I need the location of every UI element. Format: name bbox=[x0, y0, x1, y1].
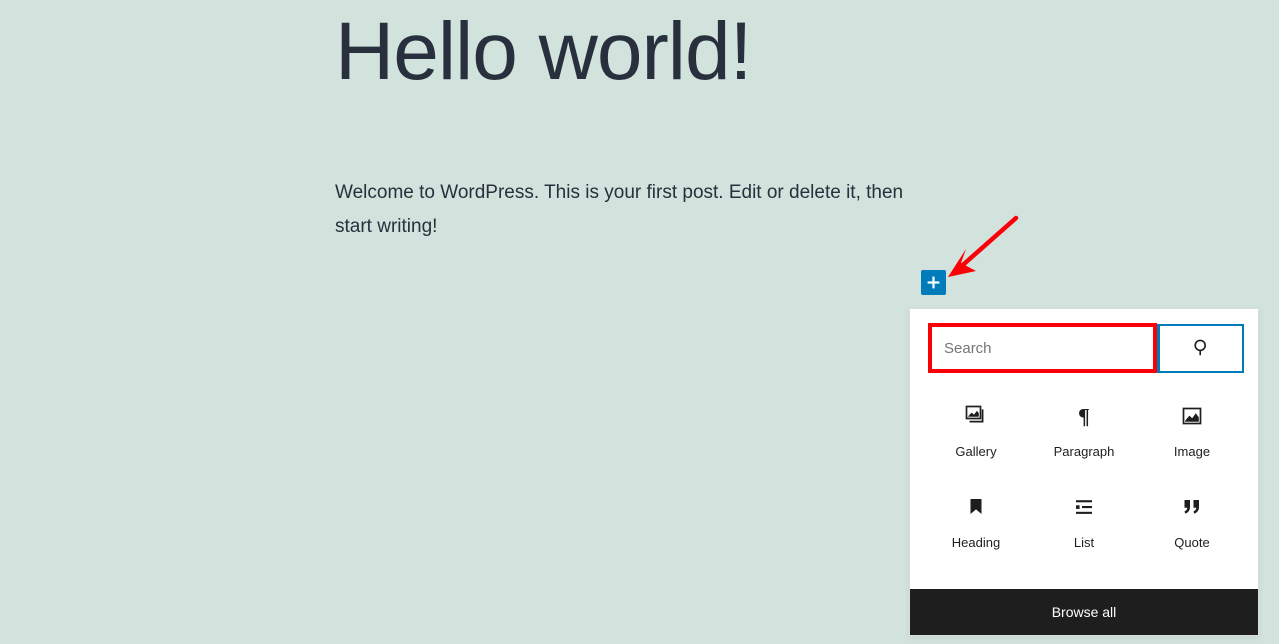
browse-all-button[interactable]: Browse all bbox=[910, 589, 1258, 635]
paragraph-icon: ¶ bbox=[1071, 403, 1097, 429]
block-type-grid: Gallery ¶ Paragraph Image Heading List Q… bbox=[910, 381, 1258, 589]
block-item-label: Image bbox=[1173, 444, 1211, 459]
block-item-label: Gallery bbox=[955, 444, 997, 459]
block-item-label: List bbox=[1073, 535, 1095, 550]
block-item-label: Quote bbox=[1174, 535, 1210, 550]
post-paragraph-text: Welcome to WordPress. This is your first… bbox=[335, 182, 904, 237]
block-item-quote[interactable]: Quote bbox=[1138, 494, 1246, 585]
search-icon bbox=[1192, 338, 1211, 360]
search-submit-button[interactable] bbox=[1158, 324, 1244, 373]
inserter-search-row bbox=[910, 309, 1258, 381]
page-title: Hello world! bbox=[335, 6, 752, 97]
search-input[interactable] bbox=[929, 324, 1158, 373]
block-item-gallery[interactable]: Gallery bbox=[922, 403, 1030, 494]
image-icon bbox=[1179, 403, 1205, 429]
block-item-paragraph[interactable]: ¶ Paragraph bbox=[1030, 403, 1138, 494]
block-inserter-toggle-button[interactable] bbox=[921, 270, 946, 295]
block-item-label: Heading bbox=[951, 535, 1001, 550]
block-item-heading[interactable]: Heading bbox=[922, 494, 1030, 585]
plus-icon bbox=[926, 275, 941, 290]
list-icon bbox=[1071, 494, 1097, 520]
block-item-label: Paragraph bbox=[1053, 444, 1115, 459]
heading-bookmark-icon bbox=[963, 494, 989, 520]
block-item-image[interactable]: Image bbox=[1138, 403, 1246, 494]
quote-icon bbox=[1179, 494, 1205, 520]
block-item-list[interactable]: List bbox=[1030, 494, 1138, 585]
block-inserter-popover: Gallery ¶ Paragraph Image bbox=[909, 308, 1259, 636]
gallery-icon bbox=[963, 403, 989, 429]
svg-text:¶: ¶ bbox=[1078, 404, 1090, 428]
